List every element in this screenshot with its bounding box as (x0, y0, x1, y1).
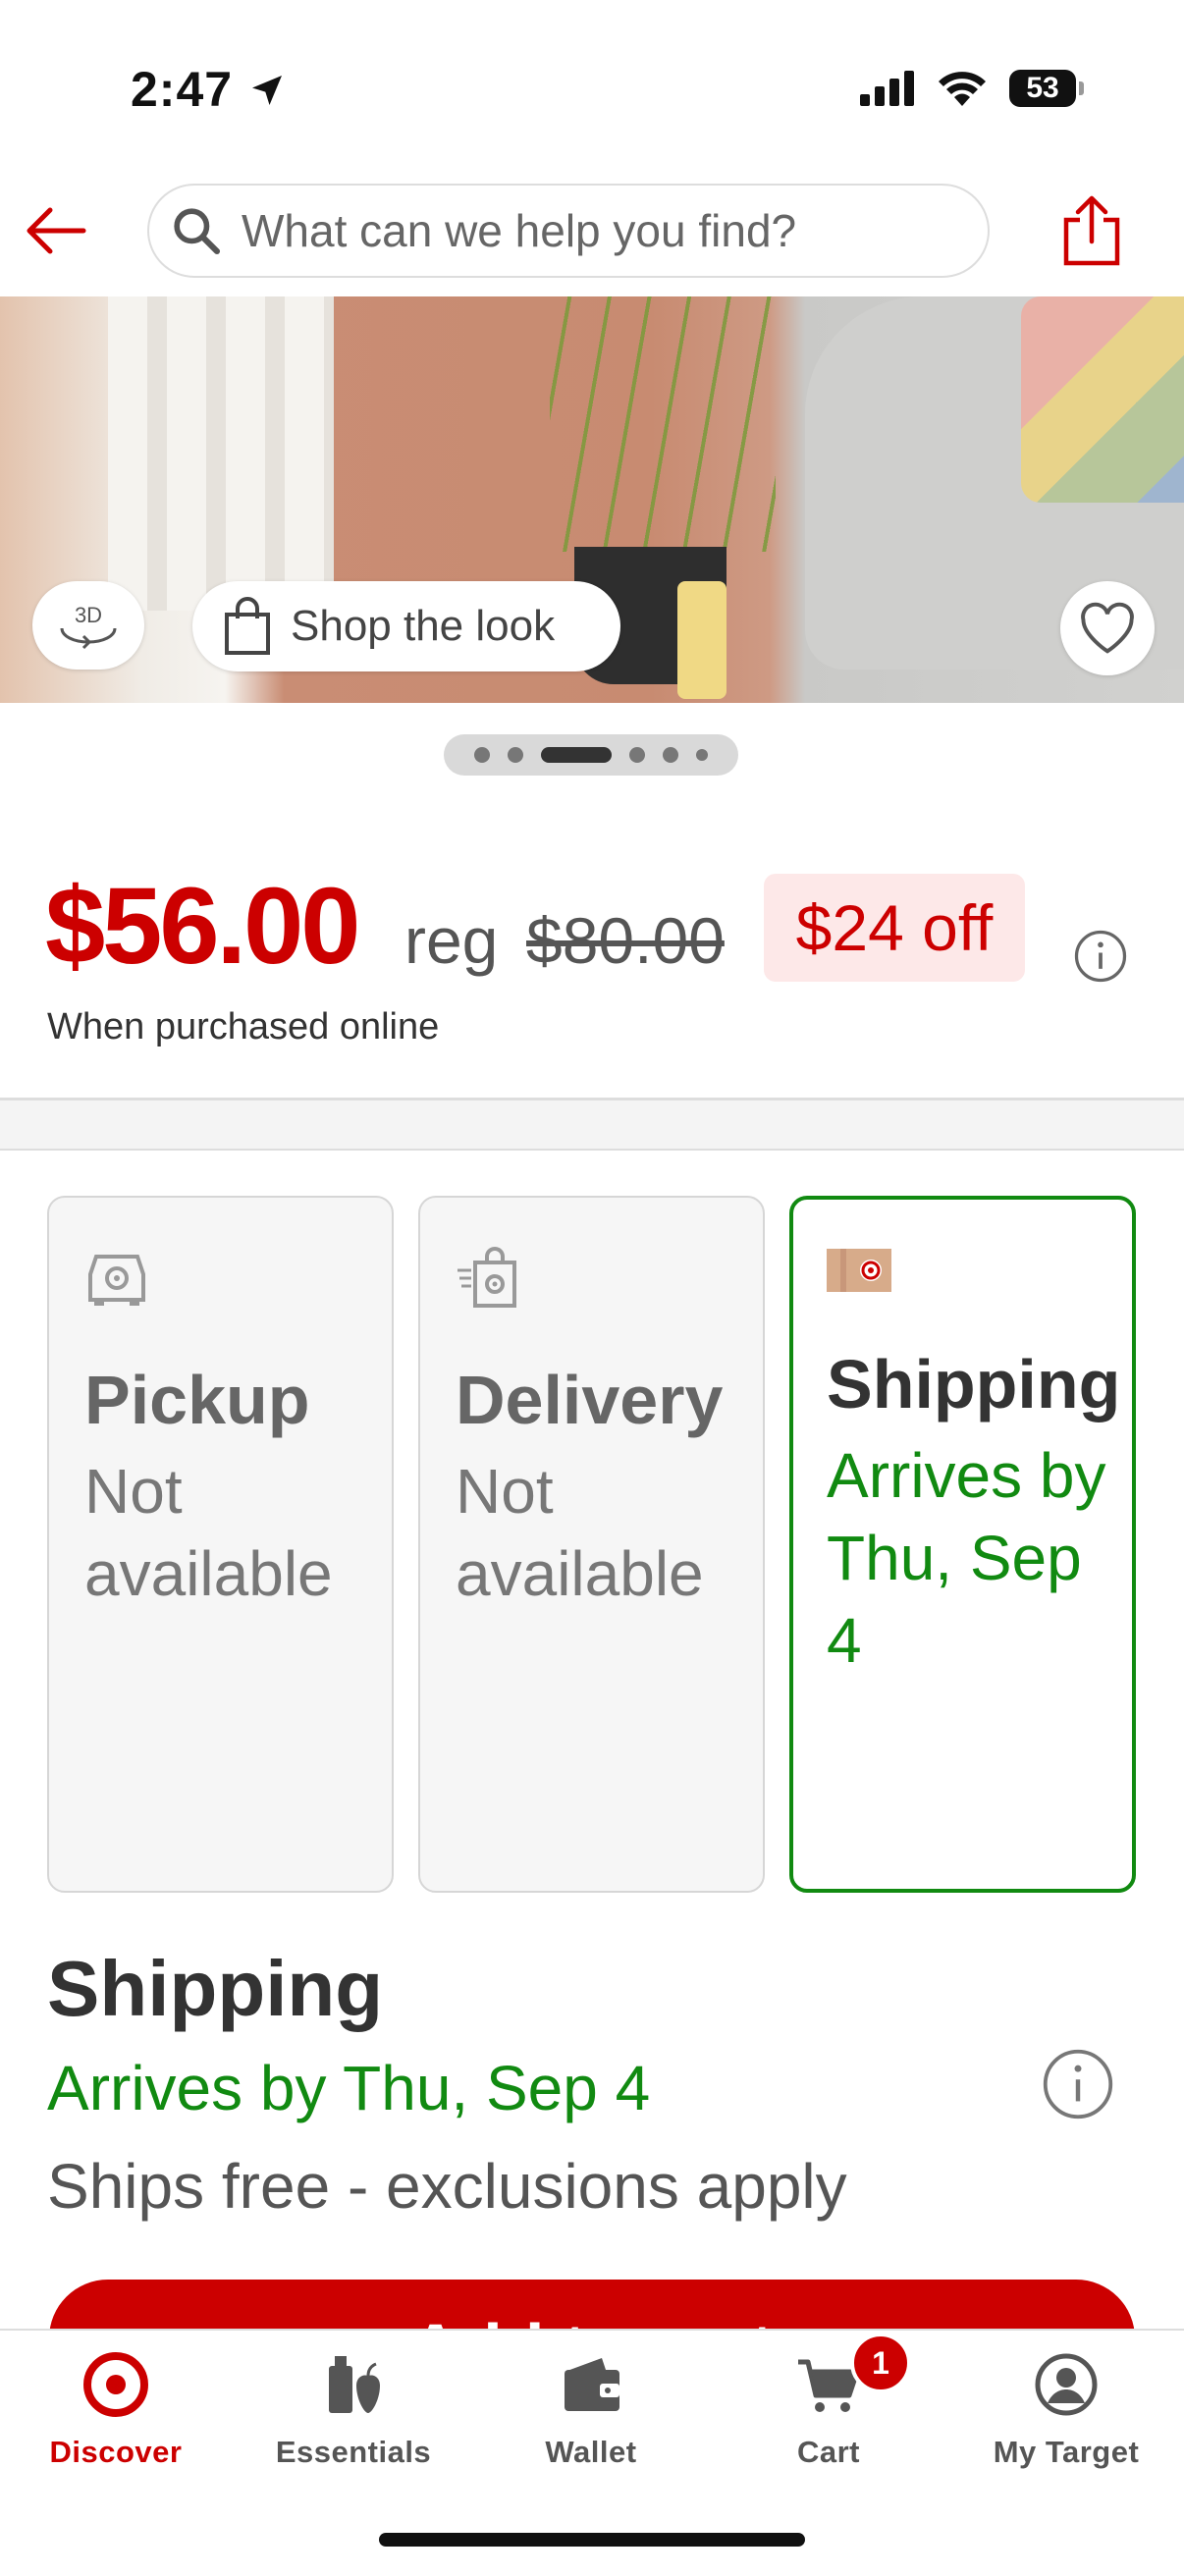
shop-the-look-label: Shop the look (291, 602, 556, 650)
curtain-graphic (108, 296, 334, 611)
info-icon (1043, 2049, 1113, 2120)
status-indicators: 53 (860, 69, 1084, 108)
fulfillment-status: Arrives by Thu, Sep 4 (827, 1440, 1106, 1676)
regular-price: $80.00 (526, 904, 725, 977)
fulfillment-option-delivery[interactable]: Delivery Not available (418, 1196, 765, 1893)
tumbler-graphic (677, 581, 727, 699)
regular-price-label: reg (404, 904, 499, 977)
shop-the-look-button[interactable]: Shop the look (192, 581, 620, 671)
time-text: 2:47 (131, 62, 234, 117)
fulfillment-status: Not available (84, 1456, 333, 1609)
shipping-box-icon (827, 1249, 891, 1292)
home-indicator[interactable] (379, 2533, 805, 2547)
fulfillment-option-shipping[interactable]: Shipping Arrives by Thu, Sep 4 (789, 1196, 1136, 1893)
tab-label: My Target (993, 2435, 1140, 2469)
cellular-signal-icon (860, 71, 914, 106)
location-arrow-icon (251, 76, 282, 105)
carousel-dot[interactable] (474, 747, 490, 763)
search-input[interactable]: What can we help you find? (147, 184, 990, 278)
carousel-dot[interactable] (629, 747, 645, 763)
back-arrow-icon (27, 207, 86, 254)
tab-label: Wallet (545, 2435, 637, 2469)
account-icon (1035, 2353, 1098, 2416)
price-note: When purchased online (47, 1006, 440, 1047)
carousel-dot[interactable] (663, 747, 678, 763)
back-button[interactable] (22, 196, 90, 265)
share-button[interactable] (1052, 187, 1131, 275)
tab-label: Discover (49, 2435, 183, 2469)
search-icon (174, 208, 221, 255)
plant-graphic (550, 296, 776, 552)
discount-text: $24 off (795, 891, 994, 964)
status-time: 2:47 (131, 61, 287, 118)
favorite-button[interactable] (1060, 581, 1155, 675)
view-3d-button[interactable]: 3D (32, 581, 144, 670)
battery-icon: 53 (1009, 70, 1084, 107)
fulfillment-option-pickup[interactable]: Pickup Not available (47, 1196, 394, 1893)
wifi-icon (939, 72, 986, 106)
shipping-info-button[interactable] (1041, 2047, 1115, 2126)
cart-count-badge: 1 (850, 2333, 911, 2393)
carousel-indicator[interactable] (444, 734, 738, 776)
3d-rotate-icon: 3D (60, 603, 117, 650)
tab-wallet[interactable]: Wallet (483, 2352, 699, 2470)
carousel-dot-active[interactable] (541, 747, 612, 763)
tab-label: Essentials (275, 2435, 432, 2469)
target-logo-icon (83, 2352, 148, 2417)
current-price: $56.00 (45, 866, 360, 987)
shopping-bag-icon (225, 597, 270, 655)
shipping-note: Ships free - exclusions apply (47, 2151, 847, 2222)
fulfillment-status: Not available (456, 1456, 704, 1609)
section-divider (0, 1149, 1184, 1151)
delivery-bag-icon (457, 1247, 516, 1308)
tab-my-target[interactable]: My Target (958, 2352, 1174, 2470)
3d-label: 3D (75, 603, 102, 627)
wallet-icon (565, 2358, 619, 2411)
fulfillment-title: Delivery (456, 1362, 724, 1438)
share-icon (1063, 195, 1120, 266)
info-icon (1074, 930, 1127, 983)
fulfillment-title: Pickup (84, 1362, 310, 1438)
tab-essentials[interactable]: Essentials (245, 2352, 461, 2470)
section-spacer (0, 1100, 1184, 1150)
search-placeholder: What can we help you find? (242, 205, 797, 256)
shipping-heading: Shipping (47, 1945, 384, 2032)
pillow-graphic (1021, 296, 1184, 503)
heart-icon (1081, 602, 1134, 654)
price-info-button[interactable] (1073, 929, 1128, 989)
tab-discover[interactable]: Discover (8, 2352, 224, 2470)
essentials-icon (329, 2356, 380, 2413)
carousel-dot[interactable] (696, 749, 708, 761)
carousel-dot[interactable] (508, 747, 523, 763)
pickup-car-icon (88, 1255, 145, 1306)
fulfillment-title: Shipping (827, 1346, 1121, 1422)
discount-badge: $24 off (764, 874, 1025, 982)
shipping-arrival: Arrives by Thu, Sep 4 (47, 2053, 651, 2123)
tab-label: Cart (796, 2435, 860, 2469)
